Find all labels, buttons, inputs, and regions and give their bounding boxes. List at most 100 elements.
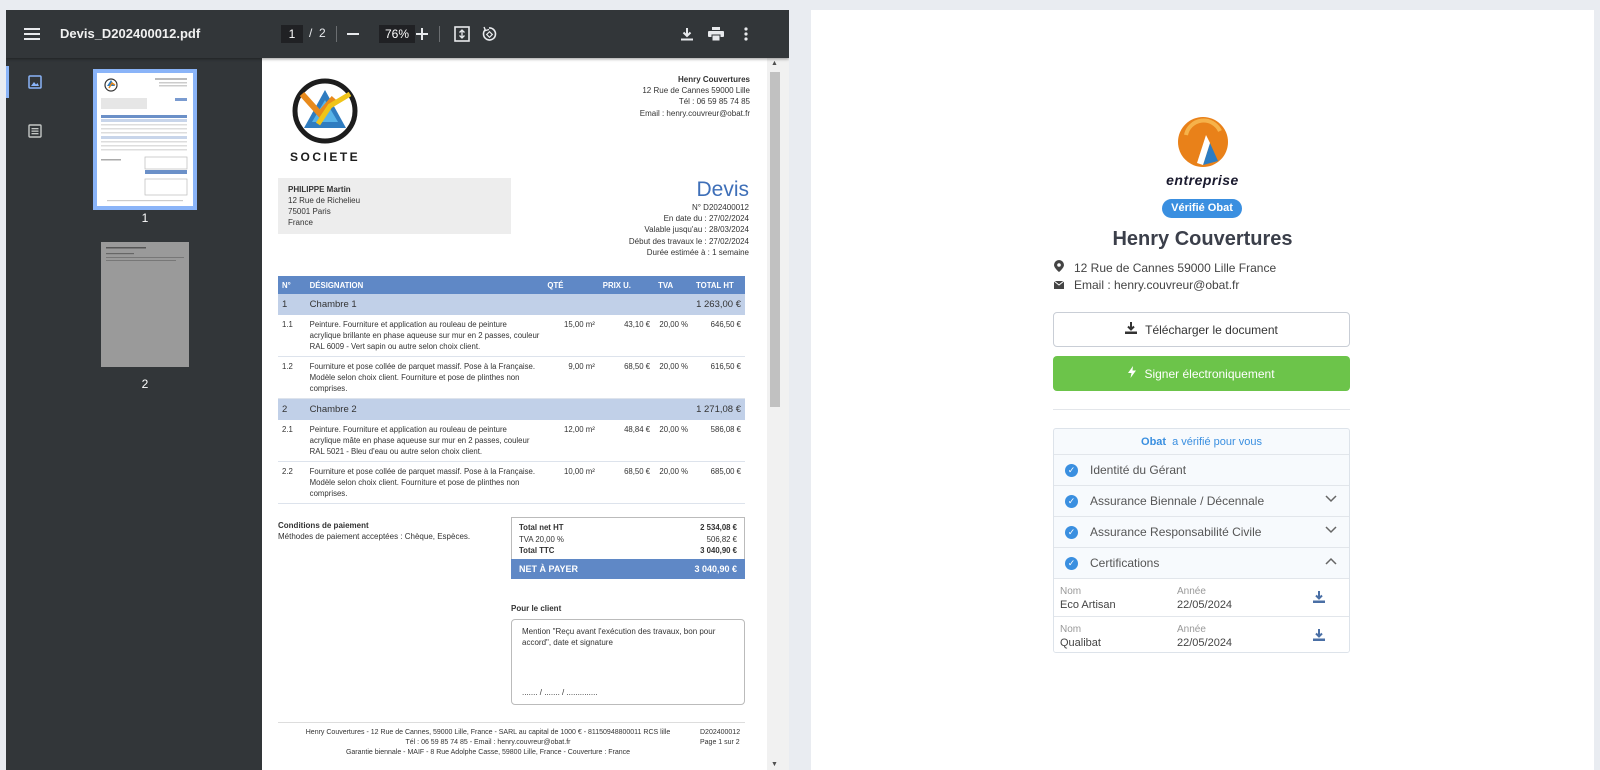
tva-label: TVA 20,00 % (519, 534, 564, 544)
outline-icon[interactable] (26, 122, 44, 140)
quote-valid-until: Valable jusqu'au : 28/03/2024 (644, 225, 749, 235)
menu-icon[interactable] (20, 22, 44, 46)
file-name: Devis_D202400012.pdf (60, 26, 201, 41)
cert-name: Qualibat (1060, 637, 1101, 649)
table-row: 1.2 Fourniture et pose collée de parquet… (278, 356, 745, 399)
totals-box: Total net HT 2 534,08 € TVA 20,00 % 506,82… (511, 517, 745, 562)
line-designation: Peinture. Fourniture et application au r… (305, 419, 544, 462)
rotate-icon[interactable] (477, 22, 501, 46)
signature-mention: Mention "Reçu avant l'exécution des trav… (522, 627, 716, 647)
quote-date: En date du : 27/02/2024 (663, 214, 749, 224)
line-total: 685,00 € (692, 461, 745, 504)
line-total: 586,08 € (692, 419, 745, 462)
certification-row: Nom Qualibat Année 22/05/2024 (1054, 616, 1349, 652)
company-email: Email : henry.couvreur@obat.fr (1074, 278, 1240, 292)
document-meta: N° D202400012 En date du : 27/02/2024 Va… (629, 202, 749, 258)
scrollbar-thumb[interactable] (770, 72, 780, 407)
download-document-button[interactable]: Télécharger le document (1053, 312, 1350, 347)
footer-line-1: Henry Couvertures - 12 Rue de Cannes, 59… (305, 729, 671, 736)
net-to-pay-value: 3 040,90 € (694, 564, 737, 574)
check-label: Certifications (1090, 556, 1160, 570)
company-phone: Tél : 06 59 85 74 85 (678, 97, 750, 107)
lightning-icon (1128, 366, 1137, 381)
section-number: 2 (278, 398, 306, 420)
pdf-scrollbar[interactable]: ▲ ▼ (767, 58, 789, 770)
table-row: 2.2 Fourniture et pose collée de parquet… (278, 461, 745, 504)
download-icon[interactable] (675, 22, 699, 46)
check-certifications[interactable]: ✓ Certifications (1054, 547, 1349, 578)
line-quantity: 15,00 m² (543, 315, 599, 357)
company-header: Henry Couvertures 12 Rue de Cannes 59000… (640, 74, 750, 119)
footer-line-3: Garantie biennale - MAIF - 8 Rue Adolphe… (345, 749, 631, 756)
cert-year: 22/05/2024 (1177, 637, 1233, 649)
signature-box: Mention "Reçu avant l'exécution des trav… (511, 619, 745, 705)
print-icon[interactable] (704, 22, 728, 46)
net-to-pay-bar: NET À PAYER 3 040,90 € (511, 559, 745, 579)
page-number-input[interactable]: 1 (281, 25, 303, 43)
quote-items-table: N° DÉSIGNATION QTÉ PRIX U. TVA TOTAL HT … (278, 276, 745, 504)
column-header: TOTAL HT (692, 276, 745, 294)
section-row: 2 Chambre 2 1 271,08 € (278, 398, 745, 420)
cert-year: 22/05/2024 (1177, 599, 1233, 611)
pdf-viewer: Devis_D202400012.pdf 1 / 2 76% 1 2 SOCIE… (6, 10, 789, 770)
scroll-up-icon[interactable]: ▲ (771, 60, 778, 67)
conditions-text: Méthodes de paiement acceptées : Chèque,… (278, 532, 471, 541)
download-document-label: Télécharger le document (1145, 322, 1278, 337)
verified-badge: Vérifié Obat (1162, 199, 1242, 218)
line-total: 646,50 € (692, 315, 745, 357)
work-start-date: Début des travaux le : 27/02/2024 (628, 236, 749, 246)
thumbnails-icon[interactable] (26, 73, 44, 91)
client-name: PHILIPPE Martin (288, 185, 351, 194)
check-insurance-decennale[interactable]: ✓ Assurance Biennale / Décennale (1054, 485, 1349, 516)
column-header: N° (278, 276, 306, 294)
cert-year-label: Année (1177, 586, 1206, 597)
tva-value: 506,82 € (706, 534, 737, 544)
more-options-icon[interactable] (734, 22, 758, 46)
toolbar-divider (439, 26, 440, 42)
page-thumbnail-2[interactable] (101, 242, 189, 367)
thumbnail-label-1: 1 (141, 211, 149, 225)
line-quantity: 10,00 m² (543, 461, 599, 504)
toolbar-divider (336, 26, 337, 42)
line-number: 2.1 (278, 419, 306, 462)
download-certificate-icon[interactable] (1313, 591, 1325, 606)
download-certificate-icon[interactable] (1313, 629, 1325, 644)
table-header-row: N° DÉSIGNATION QTÉ PRIX U. TVA TOTAL HT (278, 276, 745, 294)
chevron-down-icon[interactable] (1325, 494, 1337, 506)
footer-page: Page 1 sur 2 (700, 739, 740, 746)
line-unit-price: 68,50 € (598, 461, 655, 504)
active-tab-indicator (6, 66, 9, 98)
company-address: 12 Rue de Cannes 59000 Lille (642, 86, 750, 96)
check-label: Assurance Responsabilité Civile (1090, 525, 1262, 539)
chevron-down-icon[interactable] (1325, 525, 1337, 537)
certification-row: Nom Eco Artisan Année 22/05/2024 (1054, 578, 1349, 616)
line-number: 1.2 (278, 356, 306, 399)
chevron-up-icon[interactable] (1325, 556, 1337, 568)
net-to-pay-label: NET À PAYER (519, 564, 579, 574)
line-quantity: 9,00 m² (543, 356, 599, 399)
page-total: / 2 (309, 26, 326, 40)
entreprise-logo-icon (1176, 115, 1230, 169)
fit-page-icon[interactable] (450, 22, 474, 46)
sign-electronically-button[interactable]: Signer électroniquement (1053, 356, 1350, 391)
sidebar-tabs (6, 58, 62, 770)
envelope-icon (1053, 278, 1065, 292)
check-circle-icon: ✓ (1065, 494, 1078, 508)
check-insurance-civil[interactable]: ✓ Assurance Responsabilité Civile (1054, 516, 1349, 547)
line-unit-price: 43,10 € (598, 315, 655, 357)
check-circle-icon: ✓ (1065, 463, 1078, 477)
check-circle-icon: ✓ (1065, 556, 1078, 570)
client-country: France (288, 218, 313, 227)
column-header: QTÉ (543, 276, 599, 294)
zoom-in-icon[interactable] (410, 22, 434, 46)
total-ttc-value: 3 040,90 € (700, 546, 737, 555)
zoom-out-icon[interactable] (341, 22, 365, 46)
scroll-down-icon[interactable]: ▼ (771, 761, 778, 768)
company-email: Email : henry.couvreur@obat.fr (639, 108, 750, 118)
section-name: Chambre 2 (305, 398, 693, 420)
obat-brand: Obat (1141, 435, 1167, 448)
cert-year-label: Année (1177, 624, 1206, 635)
footer-line-2: Tél : 06 59 85 74 85 - Email : henry.cou… (405, 739, 571, 746)
page-thumbnail-1[interactable] (93, 69, 197, 210)
line-quantity: 12,00 m² (543, 419, 599, 462)
